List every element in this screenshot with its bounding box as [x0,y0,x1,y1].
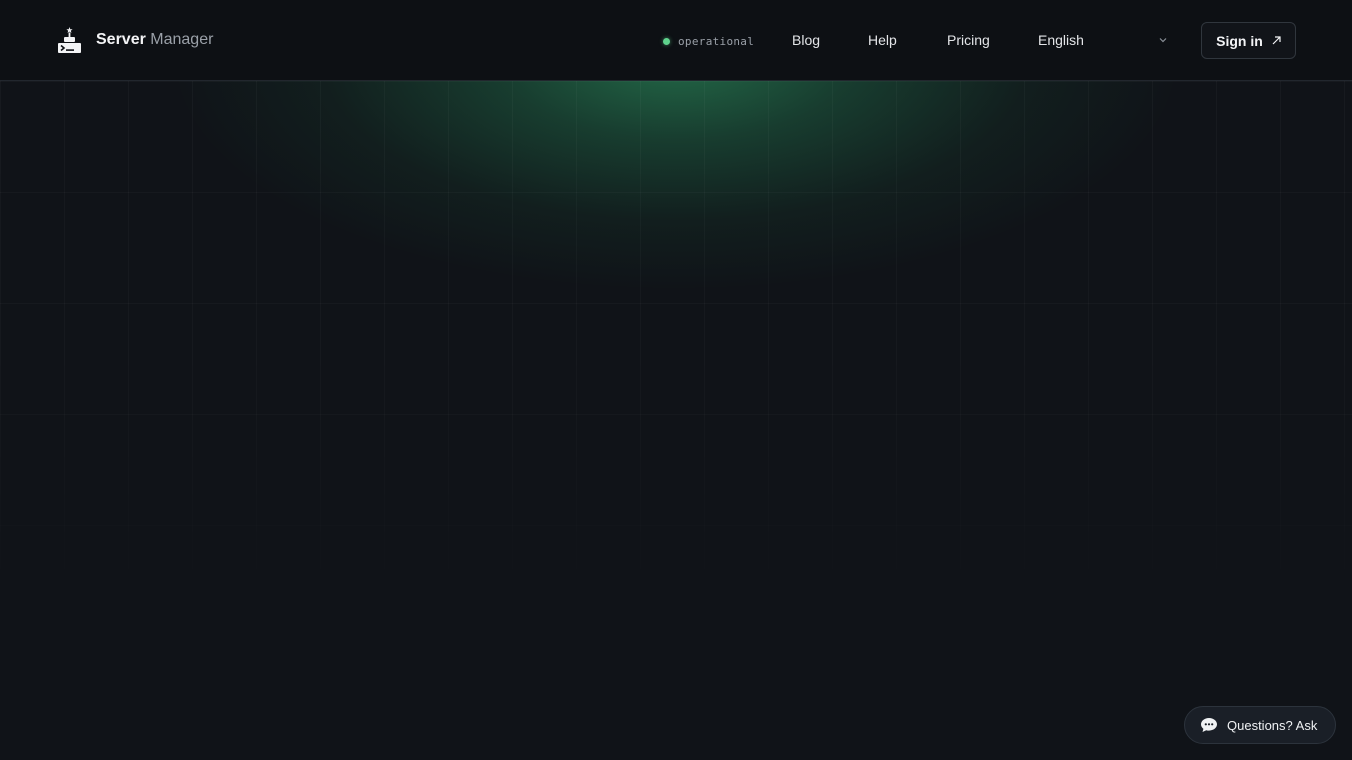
brand-name: Server Manager [96,26,213,54]
brand-logo-link[interactable]: Server Manager [57,26,213,54]
server-manager-logo-icon [58,27,81,53]
page: Server Manager operational Blog Help Pri… [0,0,1352,760]
chat-bubble-icon [1201,718,1217,732]
status-dot-icon [663,37,670,45]
hero-grid [0,81,1352,760]
chat-widget-label: Questions? Ask [1227,717,1318,733]
language-select[interactable]: English [1038,28,1174,52]
brand-name-light: Manager [150,31,214,48]
status-text: operational [678,34,755,48]
site-header: Server Manager operational Blog Help Pri… [0,0,1352,81]
nav-blog-link[interactable]: Blog [792,30,820,50]
external-arrow-icon [1272,36,1281,45]
sign-in-button[interactable]: Sign in [1201,22,1296,59]
sign-in-label: Sign in [1216,32,1263,49]
chat-widget-button[interactable]: Questions? Ask [1184,706,1336,744]
nav-help-link[interactable]: Help [868,30,897,50]
nav-pricing-link[interactable]: Pricing [947,30,990,50]
hero-background [0,81,1352,760]
language-selected-label: English [1038,32,1084,48]
status-indicator[interactable]: operational [663,33,754,49]
brand-name-strong: Server [96,31,146,48]
chevron-down-icon [1159,38,1167,43]
